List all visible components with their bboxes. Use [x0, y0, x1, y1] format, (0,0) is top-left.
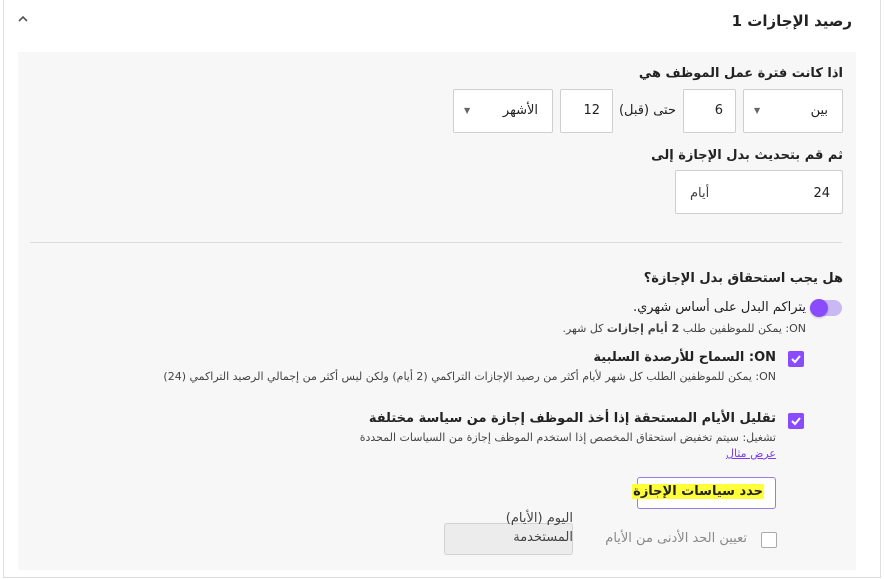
desc-prefix: ON: يمكن للموظفين طلب — [679, 322, 806, 335]
select-policies-button[interactable]: حدد سياسات الإجازة — [632, 477, 776, 509]
min-days-unit-line1: اليوم (الأيام) — [505, 511, 573, 526]
negative-balance-checkbox[interactable] — [788, 351, 804, 367]
to-input-value: 12 — [583, 103, 600, 118]
accrual-question: هل يجب استحقاق بدل الإجازة؟ — [643, 271, 843, 286]
allowance-unit: أيام — [690, 186, 710, 201]
select-policies-label: حدد سياسات الإجازة — [632, 484, 764, 499]
from-input[interactable]: 6 — [683, 89, 736, 133]
divider — [30, 242, 842, 243]
unit-select-value: الأشهر — [502, 103, 538, 118]
desc-suffix: كل شهر. — [562, 322, 607, 335]
unit-select[interactable]: الأشهر ▼ — [453, 89, 553, 133]
desc-bold: 2 أيام إجازات — [606, 322, 680, 335]
monthly-accrual-desc: ON: يمكن للموظفين طلب 2 أيام إجازات كل ش… — [562, 322, 806, 335]
to-input[interactable]: 12 — [560, 89, 613, 133]
show-example-link[interactable]: عرض مثال — [726, 447, 776, 460]
caret-down-icon: ▼ — [754, 106, 761, 115]
reduce-days-checkbox[interactable] — [788, 413, 804, 429]
min-days-unit-line2: المستخدمة — [513, 530, 573, 545]
min-days-checkbox[interactable] — [761, 532, 777, 548]
monthly-accrual-title: يتراكم البدل على أساس شهري. — [632, 300, 806, 315]
allowance-input[interactable]: 24 أيام — [675, 170, 843, 214]
between-separator: حتى (قبل) — [618, 103, 676, 118]
check-icon — [791, 417, 801, 426]
period-label: اذا كانت فترة عمل الموظف هي — [638, 66, 843, 81]
min-days-label: تعيين الحد الأدنى من الأيام — [605, 531, 747, 546]
check-icon — [791, 355, 801, 364]
toggle-knob — [810, 299, 828, 317]
section-title: رصيد الإجازات 1 — [731, 12, 852, 30]
monthly-accrual-toggle[interactable] — [810, 299, 842, 317]
update-label: ثم قم بتحديث بدل الإجازة إلى — [651, 148, 843, 163]
negative-balance-desc: ON: يمكن للموظفين الطلب كل شهر لأيام أكث… — [163, 370, 776, 383]
caret-down-icon: ▼ — [464, 106, 471, 115]
allowance-value: 24 — [813, 186, 830, 201]
chevron-up-icon[interactable] — [16, 12, 32, 28]
reduce-days-title: تقليل الأيام المستحقة إذا أخذ الموظف إجا… — [368, 411, 776, 426]
from-input-value: 6 — [714, 103, 723, 118]
negative-balance-title: ON: السماح للأرصدة السلبية — [593, 350, 776, 365]
range-select-value: بين — [810, 103, 828, 118]
range-select[interactable]: بين ▼ — [743, 89, 843, 133]
reduce-days-desc: تشغيل: سيتم تخفيض استحقاق المخصص إذا است… — [359, 431, 776, 444]
